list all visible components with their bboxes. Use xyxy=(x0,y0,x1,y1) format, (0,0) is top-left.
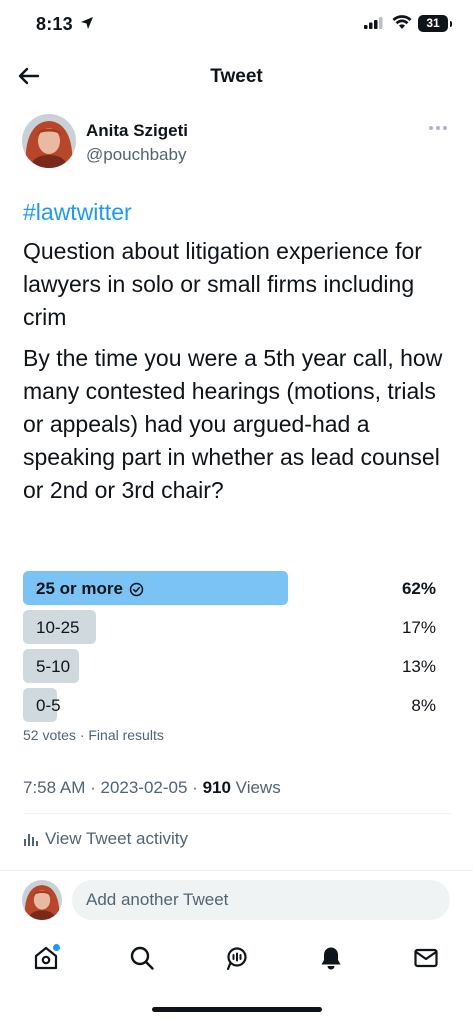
search-icon xyxy=(130,946,154,970)
poll-option: 25 or more 62% xyxy=(23,571,438,605)
poll-option-text: 10-25 xyxy=(36,618,80,637)
poll-option-percent: 13% xyxy=(401,657,436,676)
divider xyxy=(23,813,451,814)
activity-label: View Tweet activity xyxy=(45,829,188,848)
views-label: Views xyxy=(235,778,281,797)
poll-option-text: 0-5 xyxy=(36,696,61,715)
poll-option-percent: 17% xyxy=(401,618,436,637)
poll-option-text: 25 or more xyxy=(36,579,123,598)
battery-indicator: 31 xyxy=(418,15,452,32)
tab-search[interactable] xyxy=(124,940,160,976)
tweet-time[interactable]: 7:58 AM xyxy=(23,778,85,797)
poll-option: 10-25 17% xyxy=(23,610,438,644)
more-icon[interactable] xyxy=(424,120,452,136)
poll-option-percent: 8% xyxy=(411,696,436,715)
hashtag-link[interactable]: #lawtwitter xyxy=(23,196,451,229)
poll: 25 or more 62% 10-25 17% 5-10 13% 0-5 8%… xyxy=(23,571,438,743)
bar-chart-icon xyxy=(24,834,38,846)
tab-spaces[interactable] xyxy=(219,940,255,976)
views-count: 910 xyxy=(202,778,231,797)
avatar-image xyxy=(22,114,76,168)
author-name[interactable]: Anita Szigeti xyxy=(86,121,188,141)
tweet-date[interactable]: 2023-02-05 xyxy=(100,778,187,797)
tweet-author: Anita Szigeti @pouchbaby xyxy=(22,112,452,172)
wifi-icon xyxy=(392,15,412,29)
tweet-paragraph-2: By the time you were a 5th year call, ho… xyxy=(23,345,443,503)
poll-meta: 52 votes · Final results xyxy=(23,727,164,743)
poll-option-label: 5-10 xyxy=(36,657,70,677)
status-time: 8:13 xyxy=(36,14,73,34)
mail-icon xyxy=(414,948,438,968)
tab-notifications[interactable] xyxy=(313,940,349,976)
avatar[interactable] xyxy=(22,114,76,168)
bell-icon xyxy=(321,947,341,970)
header: Tweet xyxy=(0,52,473,100)
page-title: Tweet xyxy=(210,66,263,87)
spaces-icon xyxy=(226,947,247,971)
check-circle-icon xyxy=(129,582,144,596)
poll-option: 0-5 8% xyxy=(23,688,438,722)
avatar xyxy=(22,880,62,920)
notification-dot xyxy=(53,944,60,951)
poll-option-label: 25 or more xyxy=(36,579,144,599)
reply-bar xyxy=(0,870,473,928)
reply-input[interactable] xyxy=(72,880,450,920)
poll-option: 5-10 13% xyxy=(23,649,438,683)
signal-icon xyxy=(364,17,383,29)
tweet-paragraph-1: Question about litigation experience for… xyxy=(23,238,422,330)
poll-option-percent: 62% xyxy=(401,579,436,598)
location-arrow-icon xyxy=(81,17,93,29)
tweet-text: #lawtwitter Question about litigation ex… xyxy=(23,196,451,507)
tab-home[interactable] xyxy=(28,940,64,976)
view-activity-link[interactable]: View Tweet activity xyxy=(23,826,188,852)
poll-option-text: 5-10 xyxy=(36,657,71,676)
poll-option-label: 10-25 xyxy=(36,618,79,638)
poll-option-label: 0-5 xyxy=(36,696,61,716)
status-bar: 8:13 31 xyxy=(0,0,473,50)
avatar-image xyxy=(22,880,62,920)
tab-messages[interactable] xyxy=(408,940,444,976)
home-indicator xyxy=(152,1007,322,1012)
tweet-timestamp: 7:58 AM · 2023-02-05 · 910 Views xyxy=(23,778,281,797)
author-handle[interactable]: @pouchbaby xyxy=(86,145,186,165)
bottom-tab-bar xyxy=(0,932,473,982)
